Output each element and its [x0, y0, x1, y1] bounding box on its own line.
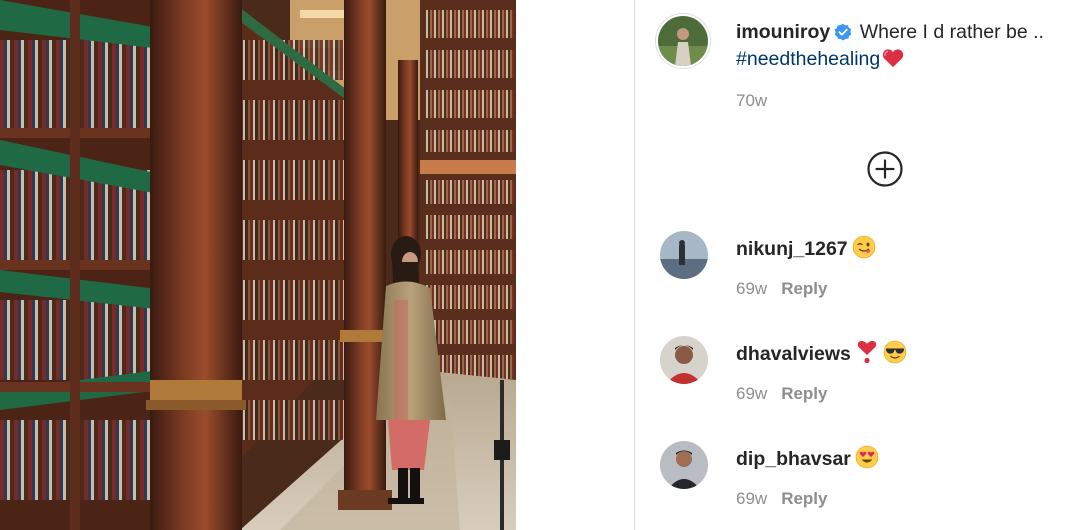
- comment-timestamp: 69w: [736, 489, 768, 508]
- caption-text: Where I d rather be ..: [859, 21, 1044, 43]
- comment-username[interactable]: dhavalviews: [736, 343, 851, 365]
- post-caption: imouniroy Where I d rather be .. #needth…: [736, 19, 1056, 73]
- commenter-avatar[interactable]: [660, 336, 708, 384]
- smiling-face-with-sunglasses-emoji-icon: [883, 340, 907, 364]
- post-timestamp: 70w: [736, 91, 768, 110]
- comment-timestamp: 69w: [736, 279, 768, 298]
- owner-username[interactable]: imouniroy: [736, 21, 830, 43]
- comment-item: dhavalviews 69w Reply: [660, 336, 1060, 426]
- photo-margin: [516, 0, 634, 530]
- post-caption-row: imouniroy Where I d rather be .. #needth…: [656, 14, 1056, 74]
- verified-badge-icon: [834, 22, 852, 41]
- owner-avatar[interactable]: [656, 14, 710, 68]
- comment-username[interactable]: dip_bhavsar: [736, 448, 851, 470]
- load-more-comments-button[interactable]: [866, 150, 904, 188]
- reply-button[interactable]: Reply: [781, 384, 827, 403]
- commenter-avatar[interactable]: [660, 441, 708, 489]
- panel-divider: [634, 0, 635, 530]
- library-photo-image: [0, 0, 516, 530]
- heart-exclamation-emoji-icon: [855, 340, 879, 364]
- comment-username[interactable]: nikunj_1267: [736, 238, 848, 260]
- winking-face-with-tongue-emoji-icon: [852, 235, 876, 259]
- comment-item: nikunj_1267 69w Reply: [660, 231, 1060, 321]
- post-photo[interactable]: [0, 0, 516, 530]
- caption-hashtag-link[interactable]: #needthehealing: [736, 48, 880, 70]
- red-heart-emoji-icon: [882, 48, 904, 68]
- heart-eyes-emoji-icon: [855, 445, 879, 469]
- plus-circle-icon: [867, 151, 903, 187]
- reply-button[interactable]: Reply: [781, 489, 827, 508]
- commenter-avatar[interactable]: [660, 231, 708, 279]
- reply-button[interactable]: Reply: [781, 279, 827, 298]
- comment-timestamp: 69w: [736, 384, 768, 403]
- comment-item: dip_bhavsar 69w Reply: [660, 441, 1060, 530]
